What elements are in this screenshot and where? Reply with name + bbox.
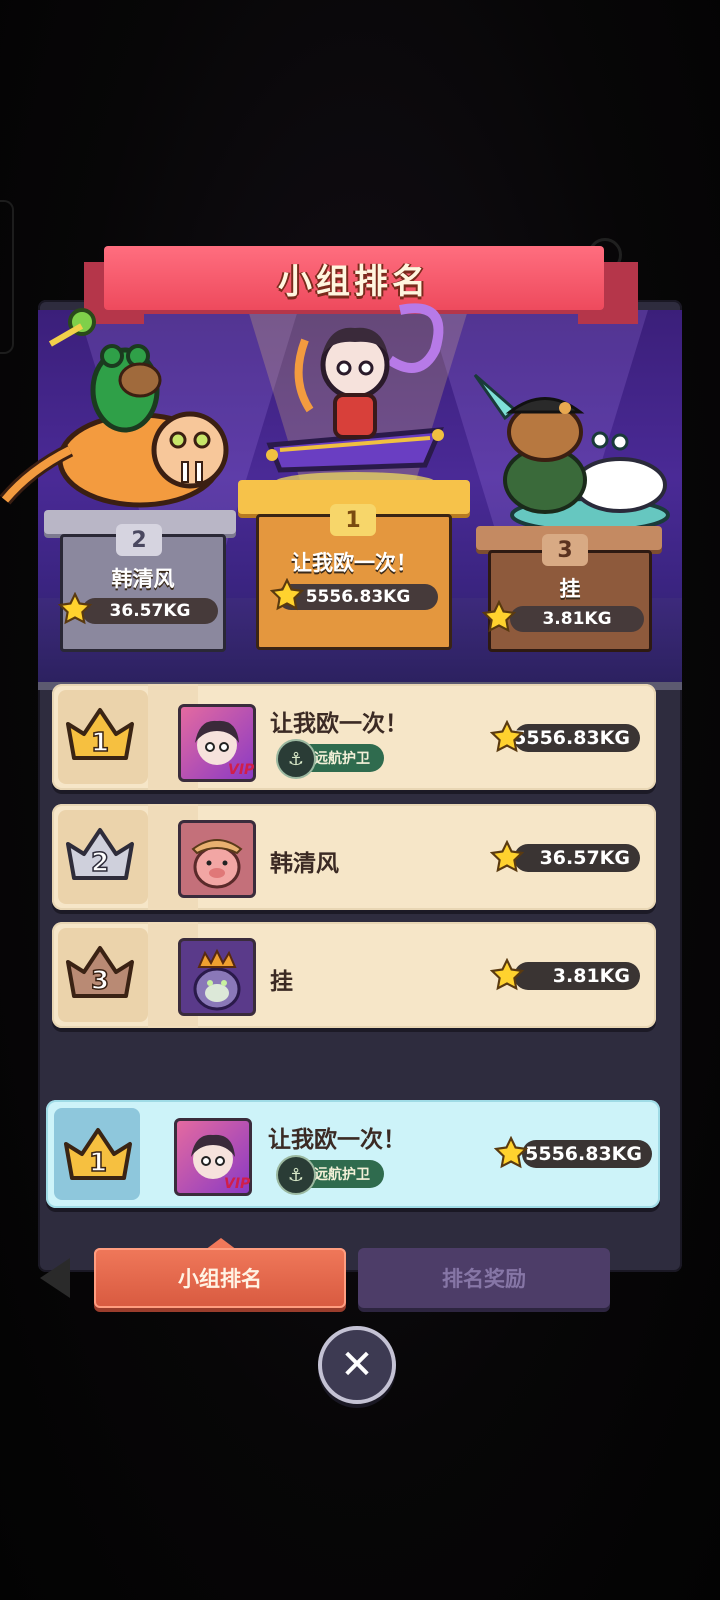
row-3-rank: 3: [91, 966, 109, 996]
guild-tag: ⚓ 远航护卫: [276, 739, 384, 779]
anchor-icon: ⚓: [276, 739, 316, 779]
ranking-row[interactable]: 3 挂 3.81KG: [52, 922, 656, 1028]
score-pill: 3.81KG: [514, 962, 640, 990]
row-1-rank: 1: [91, 728, 109, 758]
player-score: 5556.83KG: [513, 727, 630, 749]
vip-badge: VIP: [224, 1176, 251, 1192]
podium-3-name: 挂: [559, 577, 581, 601]
rank-3-character: [470, 370, 670, 540]
podium-3-score-text: 3.81KG: [542, 609, 612, 629]
player-score: 3.81KG: [552, 965, 630, 987]
podium-1-rank-badge: 1: [330, 504, 376, 536]
podium-2-score: 36.57KG: [82, 598, 218, 624]
tab-ranking-rewards-label: 排名奖励: [442, 1267, 526, 1291]
podium-2-rank-badge: 2: [116, 524, 162, 556]
crown-gold-icon: 1: [66, 708, 134, 760]
score-pill: 5556.83KG: [513, 724, 640, 752]
star-icon: [494, 1136, 528, 1169]
row-2-rank: 2: [91, 848, 109, 878]
podium-1-score-text: 5556.83KG: [305, 587, 411, 607]
player-name: 让我欧一次！: [270, 711, 408, 737]
player-name: 韩清风: [270, 851, 339, 877]
crown-gold-icon: 1: [64, 1128, 132, 1180]
rank-2-character: [0, 300, 240, 520]
my-rank-row[interactable]: 1 VIP 让我欧一次！ ⚓ 远航护卫 5556.83KG: [46, 1100, 660, 1208]
podium-1-rank: 1: [345, 507, 361, 533]
guild-name: 远航护卫: [314, 751, 370, 767]
podium-3: 挂 3 3.81KG: [476, 526, 662, 652]
player-score: 5556.83KG: [525, 1143, 642, 1165]
podium-3-rank-badge: 3: [542, 534, 588, 566]
player-name: 挂: [270, 969, 293, 995]
snail-mount-icon: [473, 373, 670, 533]
score-pill: 36.57KG: [514, 844, 640, 872]
anchor-icon: ⚓: [276, 1155, 316, 1195]
carpet-hero-icon: [266, 303, 444, 492]
penguin-king-portrait-icon: [193, 948, 241, 1011]
podium-2: 韩清风 2 36.57KG: [44, 510, 236, 652]
vip-badge: VIP: [228, 762, 255, 778]
podium-1-name: 让我欧一次！: [291, 551, 417, 575]
ranking-row[interactable]: 2 韩清风 36.57KG: [52, 804, 656, 910]
pig-portrait-icon: [191, 839, 243, 889]
podium-3-rank: 3: [557, 537, 573, 563]
star-icon: [58, 592, 92, 625]
back-arrow-icon[interactable]: [40, 1258, 70, 1298]
rank-1-character: [250, 270, 460, 492]
podium-1: 让我欧一次！ 1 5556.83KG: [238, 480, 470, 650]
crown-bronze-icon: 3: [66, 946, 134, 998]
ranking-row[interactable]: 1 VIP 让我欧一次！ ⚓ 远航护卫 5556.83KG: [52, 684, 656, 790]
podium-3-score: 3.81KG: [510, 606, 644, 632]
crown-silver-icon: 2: [66, 828, 134, 880]
star-icon: [270, 578, 304, 611]
tab-group-ranking[interactable]: 小组排名: [94, 1248, 346, 1308]
guild-tag: ⚓ 远航护卫: [276, 1155, 384, 1195]
player-name: 让我欧一次！: [268, 1127, 406, 1153]
tab-ranking-rewards[interactable]: 排名奖励: [358, 1248, 610, 1308]
star-icon: [490, 720, 524, 753]
my-rank-number: 1: [89, 1148, 107, 1178]
avatar[interactable]: [178, 820, 256, 898]
score-pill: 5556.83KG: [522, 1140, 652, 1168]
player-score: 36.57KG: [539, 847, 630, 869]
podium-2-rank: 2: [131, 527, 147, 553]
tiger-mount-icon: [0, 308, 229, 508]
guild-name: 远航护卫: [314, 1167, 370, 1183]
podium-2-score-text: 36.57KG: [109, 601, 191, 621]
avatar[interactable]: [178, 938, 256, 1016]
tab-group-ranking-label: 小组排名: [178, 1267, 262, 1291]
star-icon: [482, 600, 516, 633]
podium-2-name: 韩清风: [111, 567, 175, 591]
star-icon: [490, 840, 524, 873]
close-button[interactable]: ✕: [318, 1326, 396, 1404]
star-icon: [490, 958, 524, 991]
close-icon: ✕: [340, 1342, 374, 1388]
